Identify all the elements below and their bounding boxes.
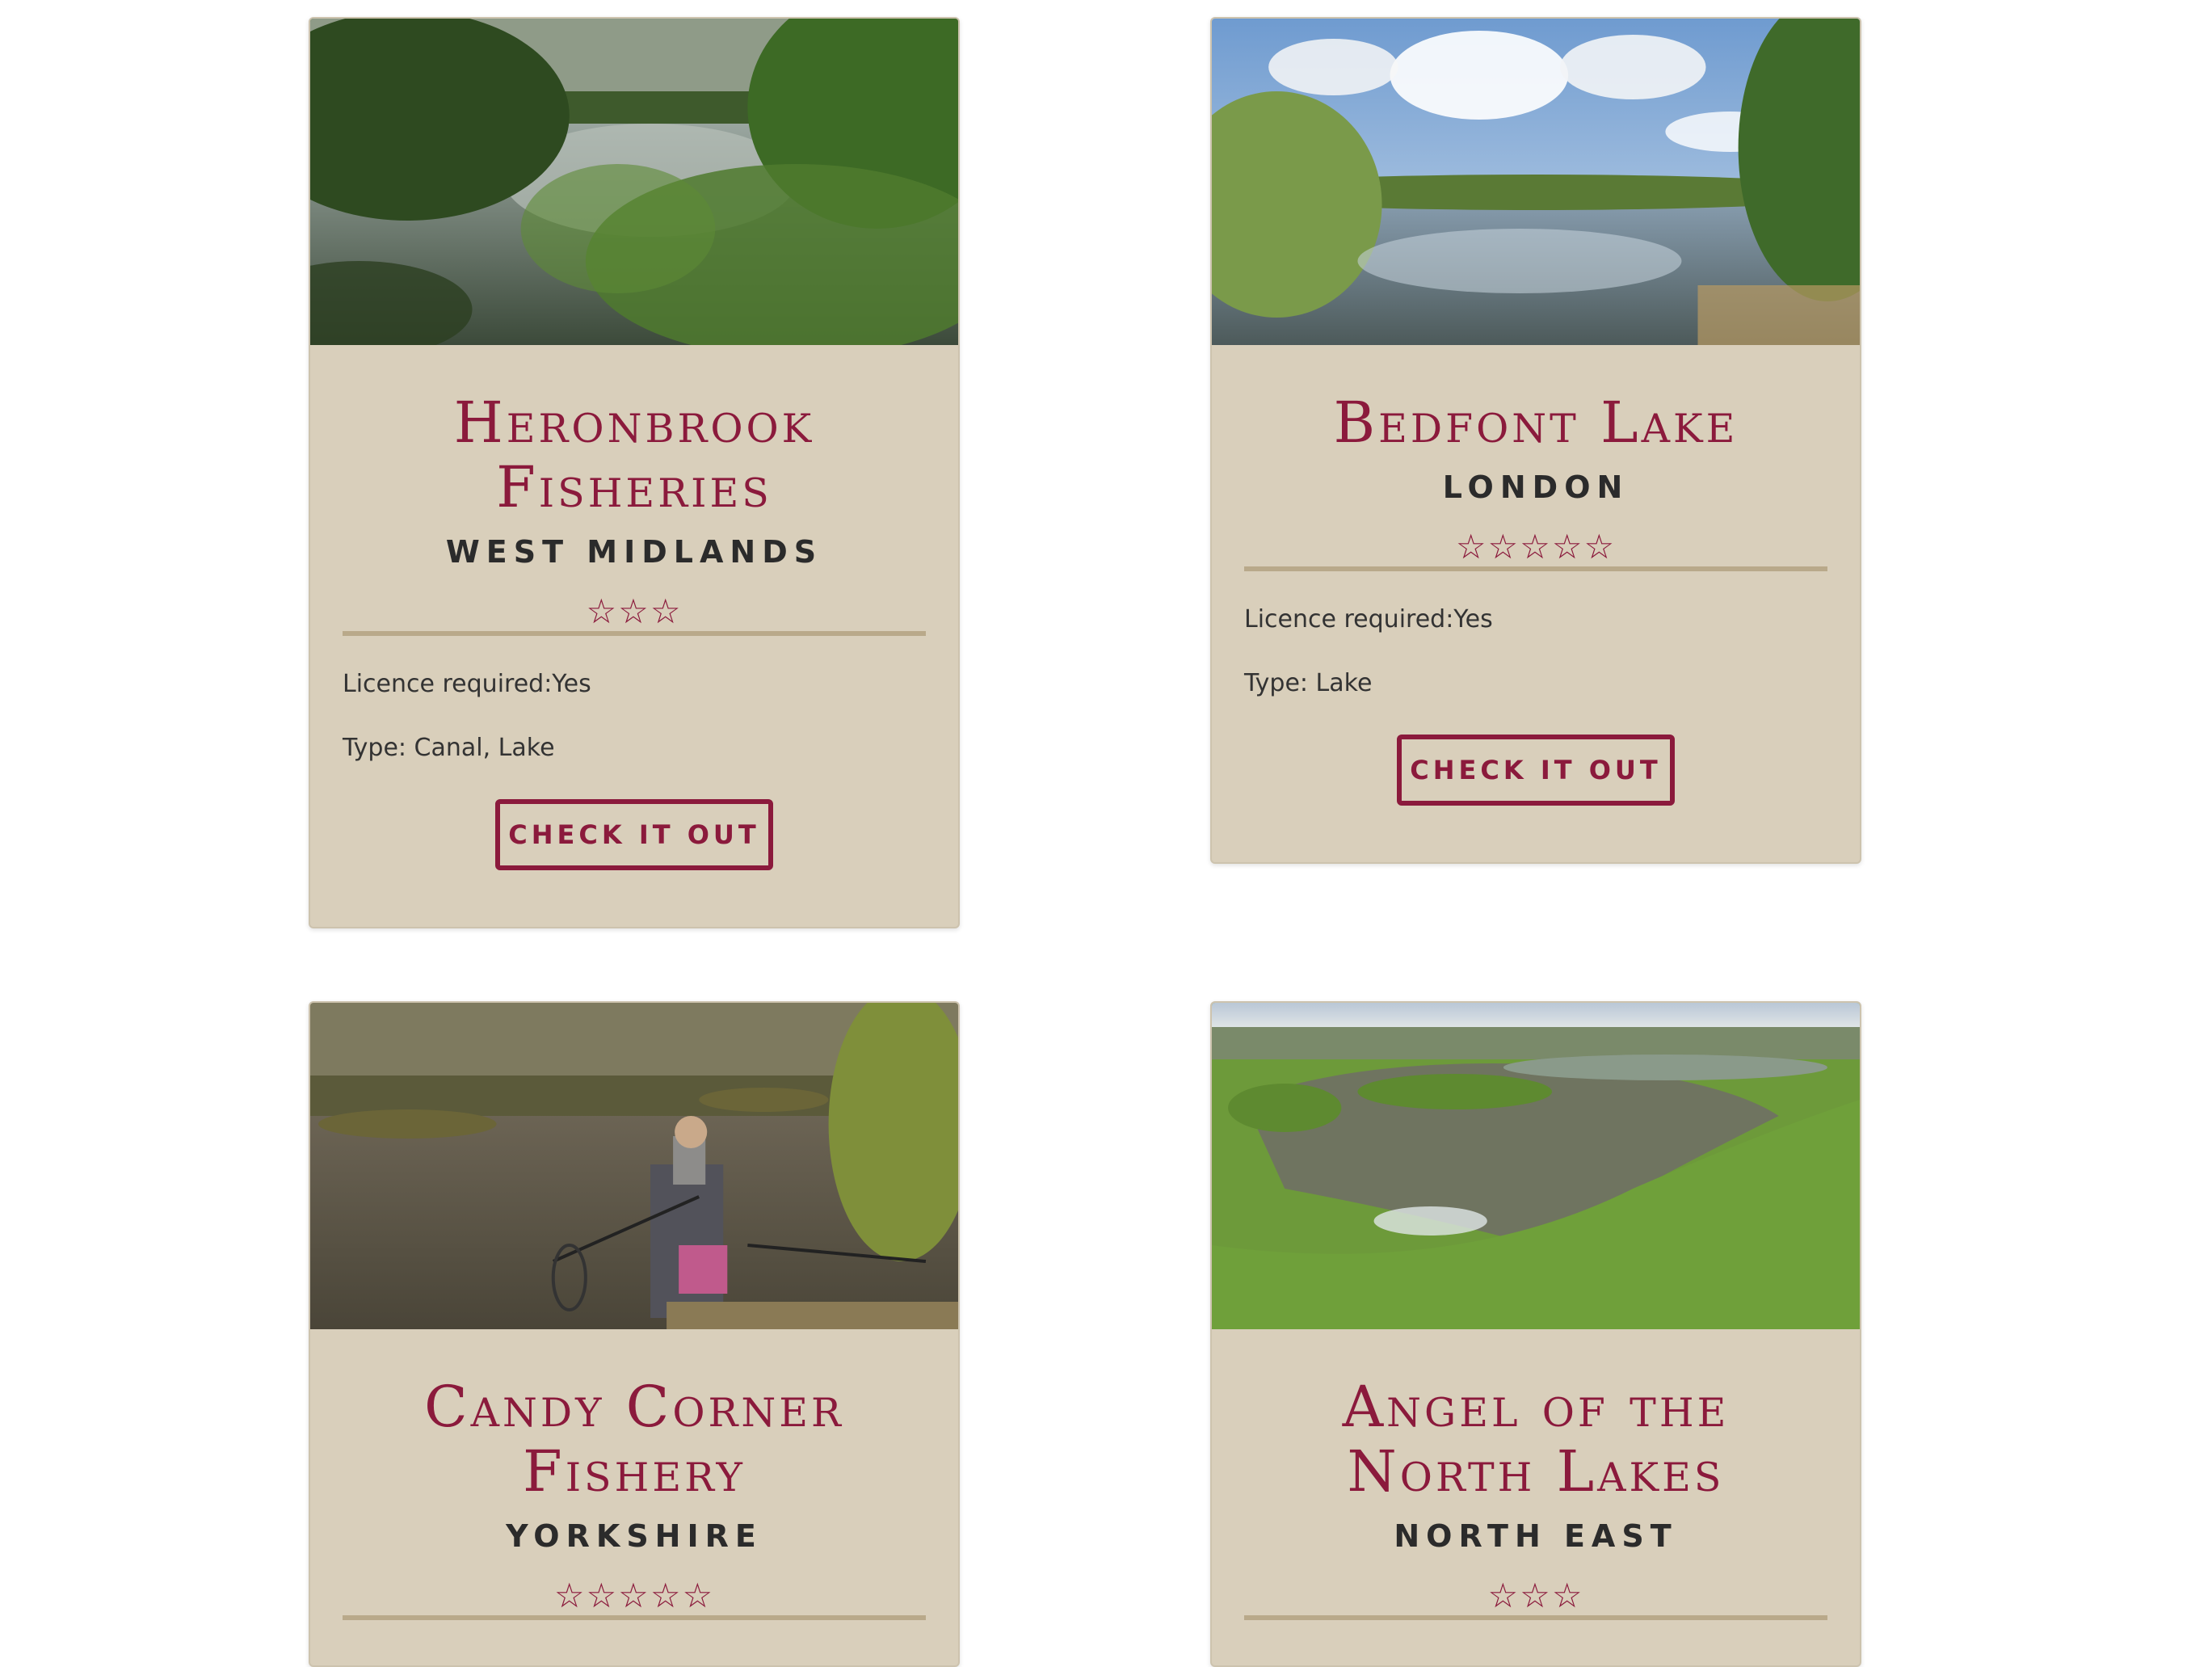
fishery-title[interactable]: Heronbrook Fisheries [343,390,926,520]
lake-photo-image [1212,1003,1860,1329]
fishery-region: West Midlands [445,534,823,570]
card-body: Angel of the North Lakes North East ☆☆☆ [1212,1374,1860,1620]
fishery-photo[interactable] [310,1003,958,1329]
card-body: Bedfont Lake London ☆☆☆☆☆ Licence requir… [1212,390,1860,862]
fishery-photo[interactable] [1212,19,1860,345]
fishery-photo[interactable] [1212,1003,1860,1329]
star-rating: ☆☆☆☆☆ [1455,528,1617,566]
divider [343,631,926,636]
divider [343,1615,926,1620]
divider [1244,566,1827,571]
star-rating: ☆☆☆ [1487,1576,1584,1614]
lake-photo-image [1212,19,1860,345]
lake-photo-image [310,1003,958,1329]
type-info: Type: Lake [1244,669,1373,697]
fishery-card: Heronbrook Fisheries West Midlands ☆☆☆ L… [309,17,960,928]
fishery-title[interactable]: Candy Corner Fishery [343,1374,926,1504]
fishery-region: Yorkshire [506,1518,763,1554]
star-rating: ☆☆☆☆☆ [553,1576,715,1614]
licence-info: Licence required:Yes [1244,605,1493,634]
fishery-card: Candy Corner Fishery Yorkshire ☆☆☆☆☆ [309,1001,960,1667]
fishery-title[interactable]: Angel of the North Lakes [1244,1374,1827,1504]
card-body: Candy Corner Fishery Yorkshire ☆☆☆☆☆ [310,1374,958,1620]
type-info: Type: Canal, Lake [343,734,555,762]
licence-info: Licence required:Yes [343,670,591,698]
fishery-card-grid: Heronbrook Fisheries West Midlands ☆☆☆ L… [0,0,2212,1667]
fishery-region: London [1442,469,1630,505]
star-rating: ☆☆☆ [586,592,683,630]
fishery-region: North East [1394,1518,1678,1554]
check-it-out-button[interactable]: Check it out [495,799,773,870]
fishery-card: Angel of the North Lakes North East ☆☆☆ [1210,1001,1861,1667]
check-it-out-button[interactable]: Check it out [1397,735,1675,806]
fishery-photo[interactable] [310,19,958,345]
divider [1244,1615,1827,1620]
fishery-card: Bedfont Lake London ☆☆☆☆☆ Licence requir… [1210,17,1861,864]
lake-photo-image [310,19,958,345]
fishery-title[interactable]: Bedfont Lake [1244,390,1827,455]
card-body: Heronbrook Fisheries West Midlands ☆☆☆ L… [310,390,958,927]
